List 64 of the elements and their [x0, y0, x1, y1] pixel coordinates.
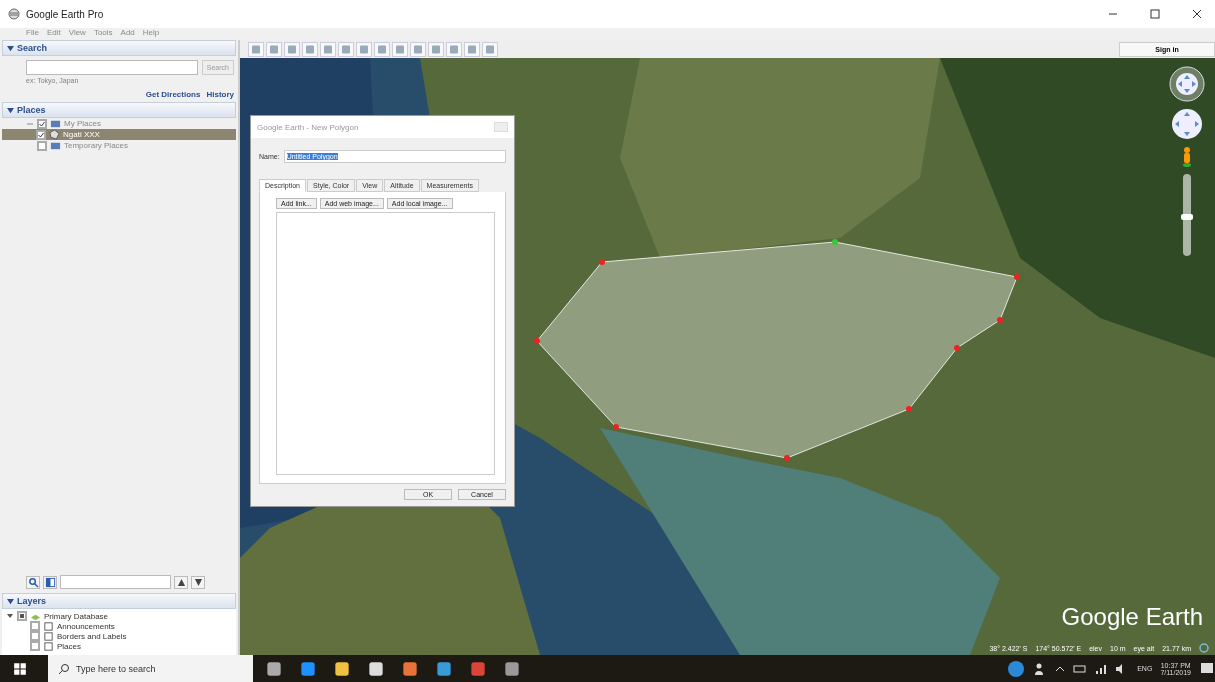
tree-item[interactable]: Places: [2, 641, 236, 651]
slider-thumb[interactable]: [1181, 214, 1193, 221]
up-icon: [176, 577, 186, 587]
down-button[interactable]: [191, 575, 205, 589]
look-control-icon[interactable]: [1169, 66, 1205, 102]
globe-icon: [8, 8, 20, 20]
checkbox[interactable]: [37, 140, 47, 151]
polygon-icon: [49, 129, 60, 140]
link[interactable]: History: [206, 90, 234, 99]
search-icon: [58, 662, 70, 675]
checkbox[interactable]: [30, 621, 40, 631]
checkbox[interactable]: [17, 611, 27, 621]
taskbar-app-icon[interactable]: [504, 660, 520, 677]
network-icon[interactable]: [1095, 662, 1108, 675]
panel-icon: [44, 576, 56, 588]
zoom-slider[interactable]: [1183, 174, 1191, 256]
collapse-icon[interactable]: [7, 106, 14, 114]
filter-field[interactable]: [60, 575, 171, 589]
loading-icon: [1199, 643, 1209, 653]
search-placeholder: Type here to search: [76, 663, 156, 674]
dialog-title: Google Earth - New Polygon: [257, 122, 360, 132]
panel-header[interactable]: Search: [17, 43, 48, 53]
window-title: Google Earth Pro: [26, 8, 104, 20]
help-icon[interactable]: [1007, 659, 1026, 678]
taskbar-search-field[interactable]: Type here to search: [48, 655, 253, 682]
taskbar-app-icon[interactable]: [300, 660, 316, 677]
description-field[interactable]: [276, 212, 495, 475]
taskbar-app-icon[interactable]: [436, 660, 452, 677]
taskbar-app-icon[interactable]: [402, 660, 418, 677]
checkbox[interactable]: [30, 641, 40, 651]
search-icon: [27, 576, 39, 588]
collapse-icon[interactable]: [7, 597, 14, 605]
tree-item[interactable]: Announcements: [2, 621, 236, 631]
checkbox[interactable]: [30, 631, 40, 641]
layer-icon: [43, 620, 54, 632]
logo: Google Earth: [1061, 603, 1203, 631]
expander-icon[interactable]: [6, 612, 14, 620]
close-icon[interactable]: [1192, 9, 1202, 19]
tree-item[interactable]: Primary Database: [2, 611, 236, 621]
person-icon[interactable]: [1182, 146, 1192, 168]
windows-icon: [13, 661, 27, 676]
tree-item[interactable]: Borders and Labels: [2, 631, 236, 641]
taskbar-app-icon[interactable]: [266, 660, 282, 677]
maximize-icon[interactable]: [1150, 9, 1160, 19]
link[interactable]: Get Directions: [145, 90, 201, 99]
taskbar-app-icon[interactable]: [334, 660, 350, 677]
battery-icon[interactable]: [1073, 662, 1088, 675]
taskbar-app-icon[interactable]: [368, 660, 384, 677]
search-button[interactable]: [26, 575, 40, 589]
layer-icon: [43, 630, 54, 642]
folder-icon: [50, 118, 61, 129]
move-control-icon[interactable]: [1171, 108, 1203, 140]
panel-toggle-button[interactable]: [43, 575, 57, 589]
tree-item[interactable]: Ngati XXX: [2, 129, 236, 140]
checkbox[interactable]: [37, 118, 47, 129]
up-button[interactable]: [174, 575, 188, 589]
search-field[interactable]: [26, 60, 198, 75]
collapse-icon[interactable]: [7, 44, 14, 52]
panel-header[interactable]: Places: [17, 105, 46, 115]
panel-header[interactable]: Layers: [17, 596, 47, 606]
folder-icon: [50, 140, 61, 151]
checkbox[interactable]: [36, 129, 46, 140]
down-icon: [193, 577, 203, 587]
layer-icon: [43, 640, 54, 652]
